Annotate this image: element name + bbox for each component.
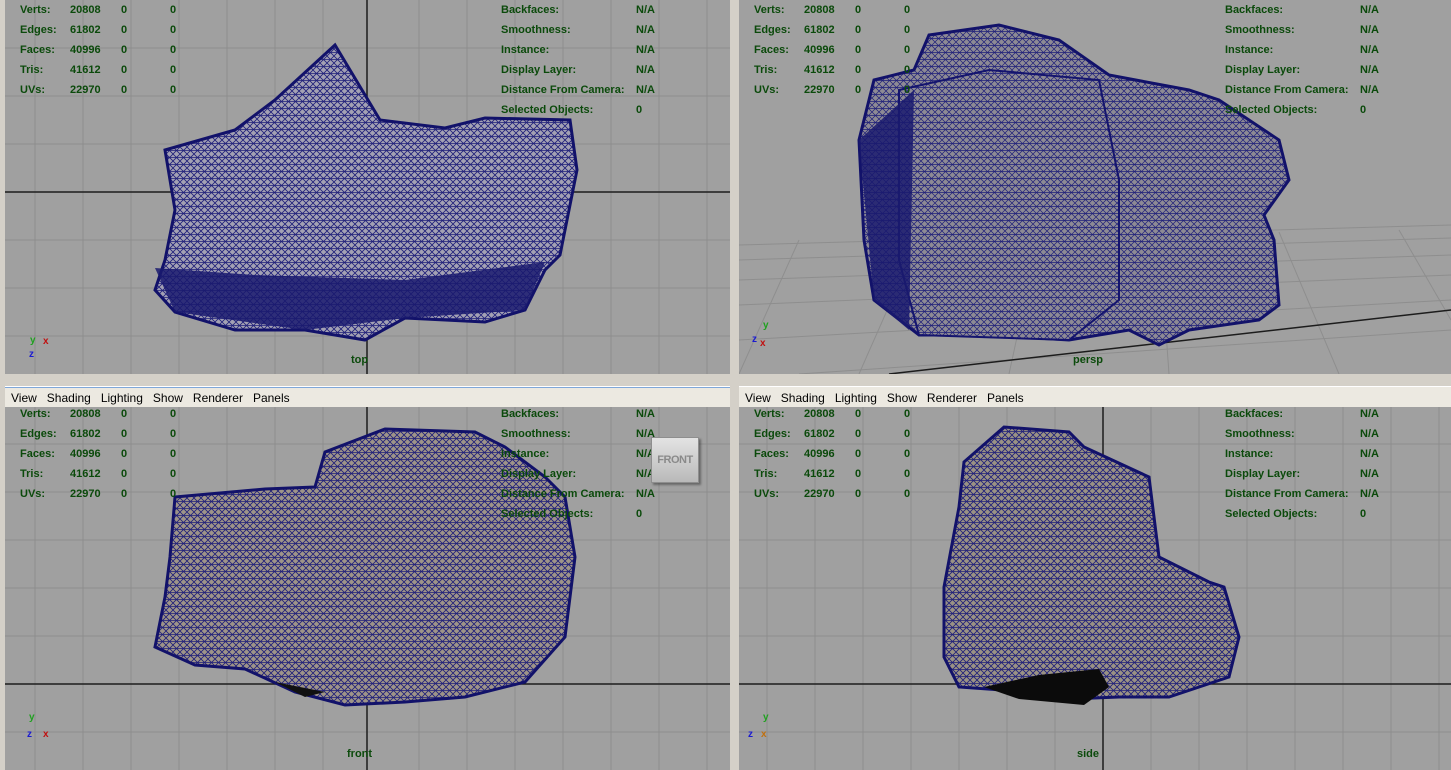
menu-view[interactable]: View bbox=[5, 391, 42, 405]
rock-mesh[interactable] bbox=[739, 0, 1451, 374]
camera-name-front: front bbox=[347, 748, 373, 760]
axis-label-z: z bbox=[752, 334, 757, 345]
axis-label-z: z bbox=[27, 729, 32, 740]
axis-label-z: z bbox=[29, 349, 34, 360]
viewport-side[interactable]: Verts: 20808 0 0 Edges: 61802 0 0 Faces: 40996 0… bbox=[739, 407, 1451, 770]
menu-renderer[interactable]: Renderer bbox=[922, 391, 982, 405]
rock-mesh[interactable] bbox=[5, 407, 730, 770]
view-cube[interactable]: FRONT bbox=[651, 437, 699, 483]
viewport-menubar-side: View Shading Lighting Show Renderer Pane… bbox=[739, 386, 1451, 409]
axis-label-y: y bbox=[763, 320, 769, 331]
axis-label-x: x bbox=[43, 729, 49, 740]
menu-lighting[interactable]: Lighting bbox=[830, 391, 882, 405]
viewport-top[interactable]: Verts: 20808 0 0 Edges: 61802 0 0 Faces: 40996 0… bbox=[5, 0, 730, 374]
viewport-menubar-front: View Shading Lighting Show Renderer Pane… bbox=[5, 386, 730, 409]
menu-show[interactable]: Show bbox=[882, 391, 922, 405]
menu-panels[interactable]: Panels bbox=[982, 391, 1029, 405]
menu-show[interactable]: Show bbox=[148, 391, 188, 405]
axis-label-x: x bbox=[760, 338, 766, 349]
camera-name-top: top bbox=[351, 354, 369, 366]
axis-label-y: y bbox=[30, 335, 36, 346]
rock-mesh[interactable] bbox=[5, 0, 730, 374]
axis-label-x: x bbox=[43, 336, 49, 347]
axis-label-y: y bbox=[763, 712, 769, 723]
axis-label-x: x bbox=[761, 729, 767, 740]
menu-view[interactable]: View bbox=[739, 391, 776, 405]
camera-name-persp: persp bbox=[1073, 354, 1103, 366]
camera-name-side: side bbox=[1077, 748, 1100, 760]
panel-divider-horizontal[interactable] bbox=[0, 376, 1451, 386]
menu-shading[interactable]: Shading bbox=[42, 391, 96, 405]
axis-label-z: z bbox=[748, 729, 753, 740]
viewport-persp[interactable]: Verts: 20808 0 0 Edges: 61802 0 0 Faces: 40996 0… bbox=[739, 0, 1451, 374]
menu-shading[interactable]: Shading bbox=[776, 391, 830, 405]
rock-mesh[interactable] bbox=[739, 407, 1451, 770]
axis-label-y: y bbox=[29, 712, 35, 723]
menu-lighting[interactable]: Lighting bbox=[96, 391, 148, 405]
menu-renderer[interactable]: Renderer bbox=[188, 391, 248, 405]
viewport-front[interactable]: Verts: 20808 0 0 Edges: 61802 0 0 Faces: 40996 0… bbox=[5, 407, 730, 770]
menu-panels[interactable]: Panels bbox=[248, 391, 295, 405]
